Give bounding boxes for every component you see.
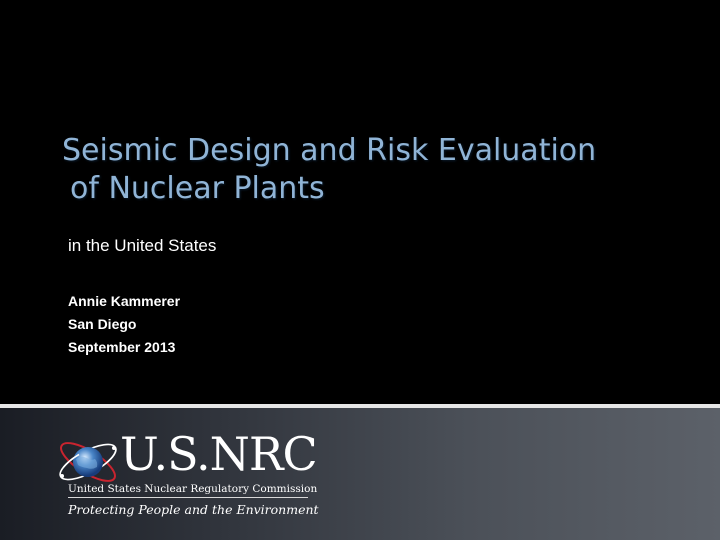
logo-rule bbox=[68, 497, 308, 498]
nrc-logo: U.S.NRC United States Nuclear Regulatory… bbox=[54, 424, 324, 524]
presenter-name: Annie Kammerer bbox=[68, 293, 181, 309]
slide-subtitle: in the United States bbox=[68, 236, 217, 255]
agency-name-wrap: United States Nuclear Regulatory Commiss… bbox=[68, 482, 317, 496]
presentation-location: San Diego bbox=[68, 316, 137, 332]
nrc-wordmark: U.S.NRC bbox=[120, 427, 318, 481]
title-slide: Seismic Design and Risk Evaluation of Nu… bbox=[0, 0, 720, 540]
presenter-info: Annie Kammerer San Diego September 2013 bbox=[68, 290, 180, 359]
slide-title-line-2: of Nuclear Plants bbox=[70, 171, 325, 206]
slide-title-line-1: Seismic Design and Risk Evaluation bbox=[62, 133, 597, 168]
agency-name: United States Nuclear Regulatory Commiss… bbox=[68, 483, 318, 495]
agency-tagline: Protecting People and the Environment bbox=[68, 502, 319, 517]
slide-title: Seismic Design and Risk Evaluation of Nu… bbox=[62, 132, 662, 208]
presentation-date: September 2013 bbox=[68, 339, 176, 355]
